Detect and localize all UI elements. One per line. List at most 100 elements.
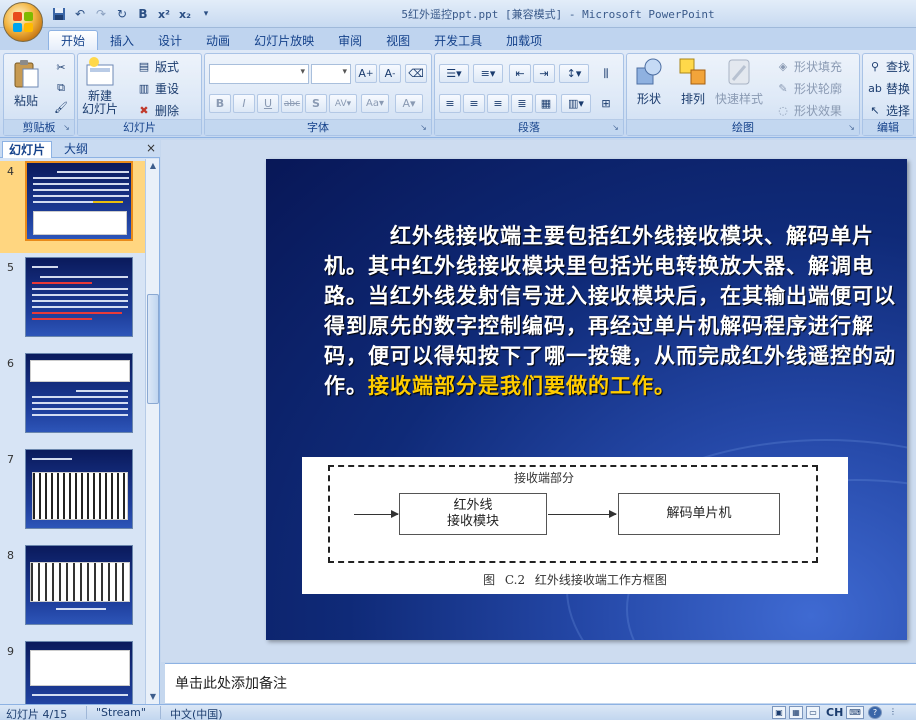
tab-review[interactable]: 审阅 (326, 30, 374, 50)
tab-insert[interactable]: 插入 (98, 30, 146, 50)
slide-edit-area: 红外线接收端主要包括红外线接收模块、解码单片机。其中红外线接收模块里包括光电转换… (161, 140, 916, 662)
editing-group: ⚲ 查找 ab 替换 ↖ 选择 编辑 (862, 53, 914, 136)
reset-button[interactable]: ▥ 重设 (136, 78, 179, 98)
keyboard-icon[interactable]: ⌨ (846, 706, 864, 719)
clear-format-icon[interactable]: ⌫ (405, 64, 427, 83)
current-slide[interactable]: 红外线接收端主要包括红外线接收模块、解码单片机。其中红外线接收模块里包括光电转换… (266, 159, 907, 640)
font-group-label: 字体 (205, 119, 431, 135)
underline-icon[interactable]: U (257, 94, 279, 113)
replace-button[interactable]: ab 替换 (867, 78, 910, 98)
office-logo-icon (13, 12, 33, 32)
slide-thumbnail-8[interactable]: 8 (0, 545, 145, 637)
slide-sorter-icon[interactable]: ▦ (789, 706, 803, 719)
format-painter-icon[interactable]: 🖌 (50, 98, 72, 117)
scrollbar-thumb[interactable] (147, 294, 159, 404)
clipboard-group: 粘贴 ✂ ⧉ 🖌 剪贴板 ↘ (3, 53, 75, 136)
bold-icon[interactable]: B (209, 94, 231, 113)
font-color-icon[interactable]: A▾ (395, 94, 423, 113)
grow-font-icon[interactable]: A + (355, 64, 377, 83)
select-button[interactable]: ↖ 选择 (867, 100, 910, 120)
shape-effects-button[interactable]: ◌ 形状效果 (775, 100, 842, 120)
tab-slideshow[interactable]: 幻灯片放映 (242, 30, 326, 50)
layout-icon: ▤ (138, 59, 150, 73)
line-spacing-icon[interactable]: ↕▾ (559, 64, 589, 83)
slide-body-text[interactable]: 红外线接收端主要包括红外线接收模块、解码单片机。其中红外线接收模块里包括光电转换… (324, 221, 896, 401)
strikethrough-icon[interactable]: abc (281, 94, 303, 113)
copy-icon[interactable]: ⧉ (50, 78, 72, 97)
distribute-icon[interactable]: ▦ (535, 94, 557, 113)
new-slide-button[interactable]: 新建 幻灯片 (82, 56, 118, 116)
paragraph-group: ☰▾ ≡▾ ⇤ ⇥ ↕▾ ⫼ ≡ ≡ ≡ ≣ ▦ ▥▾ ⊞ 段落 ↘ (434, 53, 624, 136)
change-case-icon[interactable]: Aa▾ (361, 94, 389, 113)
tab-home[interactable]: 开始 (48, 30, 99, 50)
shrink-font-icon[interactable]: A- (379, 64, 401, 83)
thumbnail-image (25, 257, 133, 337)
office-button[interactable] (3, 2, 43, 42)
paragraph-launcher-icon[interactable]: ↘ (611, 123, 620, 132)
slide-thumbnail-5[interactable]: 5 (0, 257, 145, 349)
thumbnail-image (25, 449, 133, 529)
quick-styles-button[interactable]: 快速样式 (715, 56, 763, 107)
slideshow-view-icon[interactable]: ▭ (806, 706, 820, 719)
panel-scrollbar[interactable]: ▲ ▼ (145, 159, 159, 704)
ime-indicator[interactable]: CH (826, 706, 843, 719)
shapes-button[interactable]: 形状 (633, 56, 665, 107)
thumbnail-image (25, 545, 133, 625)
cut-icon[interactable]: ✂ (50, 58, 72, 77)
align-center-icon[interactable]: ≡ (463, 94, 485, 113)
tab-developer[interactable]: 开发工具 (422, 30, 494, 50)
slide-thumbnail-7[interactable]: 7 (0, 449, 145, 541)
arrange-button[interactable]: 排列 (677, 56, 709, 107)
clipboard-launcher-icon[interactable]: ↘ (62, 123, 71, 132)
paste-button[interactable]: 粘贴 (10, 58, 42, 109)
scroll-up-icon[interactable]: ▲ (146, 159, 160, 173)
decrease-indent-icon[interactable]: ⇤ (509, 64, 531, 83)
language-indicator[interactable]: 中文(中国) (170, 706, 223, 720)
tab-animation[interactable]: 动画 (194, 30, 242, 50)
shadow-icon[interactable]: S (305, 94, 327, 113)
ribbon-tabs: 开始 插入 设计 动画 幻灯片放映 审阅 视图 开发工具 加载项 (0, 28, 916, 50)
shape-outline-button[interactable]: ✎ 形状轮廓 (775, 78, 842, 98)
binoculars-icon: ⚲ (870, 59, 880, 73)
tab-addins[interactable]: 加载项 (494, 30, 554, 50)
find-button[interactable]: ⚲ 查找 (867, 56, 910, 76)
normal-view-icon[interactable]: ▣ (772, 706, 786, 719)
ime-options-icon[interactable]: ⋮ (886, 706, 900, 719)
delete-button[interactable]: ✖ 删除 (136, 100, 179, 120)
align-left-icon[interactable]: ≡ (439, 94, 461, 113)
slide-thumbnail-4[interactable]: 4 (0, 161, 145, 253)
columns-icon[interactable]: ▥▾ (561, 94, 591, 113)
bullets-icon[interactable]: ☰▾ (439, 64, 469, 83)
decoder-mcu-box: 解码单片机 (618, 493, 780, 535)
font-launcher-icon[interactable]: ↘ (419, 123, 428, 132)
numbering-icon[interactable]: ≡▾ (473, 64, 503, 83)
outline-pen-icon: ✎ (778, 81, 788, 95)
scroll-down-icon[interactable]: ▼ (146, 690, 160, 704)
tab-view[interactable]: 视图 (374, 30, 422, 50)
italic-icon[interactable]: I (233, 94, 255, 113)
thumbnail-number: 4 (7, 165, 14, 178)
editing-group-label: 编辑 (863, 119, 913, 135)
text-direction-icon[interactable]: ⫼ (595, 64, 617, 83)
tab-slides[interactable]: 幻灯片 (2, 141, 53, 158)
justify-icon[interactable]: ≣ (511, 94, 533, 113)
char-spacing-icon[interactable]: AV▾ (329, 94, 357, 113)
font-name-combo[interactable] (209, 64, 309, 84)
block-diagram-figure[interactable]: 接收端部分 红外线 接收模块 解码单片机 图 C.2 红外线接收端工作方框图 (302, 457, 848, 594)
close-icon[interactable]: × (146, 141, 156, 155)
shape-fill-button[interactable]: ◈ 形状填充 (775, 56, 842, 76)
layout-button[interactable]: ▤ 版式 (136, 56, 179, 76)
notes-pane[interactable]: 单击此处添加备注 (165, 663, 916, 703)
tab-design[interactable]: 设计 (146, 30, 194, 50)
tab-outline[interactable]: 大纲 (58, 141, 94, 158)
drawing-launcher-icon[interactable]: ↘ (847, 123, 856, 132)
slide-thumbnail-6[interactable]: 6 (0, 353, 145, 445)
increase-indent-icon[interactable]: ⇥ (533, 64, 555, 83)
align-text-icon[interactable]: ⊞ (595, 94, 617, 113)
font-size-combo[interactable] (311, 64, 351, 84)
body-text-highlight: 接收端部分是我们要做的工作。 (368, 373, 676, 398)
slide-thumbnail-9[interactable]: 9 (0, 641, 145, 704)
help-icon[interactable]: ? (868, 706, 882, 719)
drawing-group-label: 绘图 (627, 119, 859, 135)
align-right-icon[interactable]: ≡ (487, 94, 509, 113)
